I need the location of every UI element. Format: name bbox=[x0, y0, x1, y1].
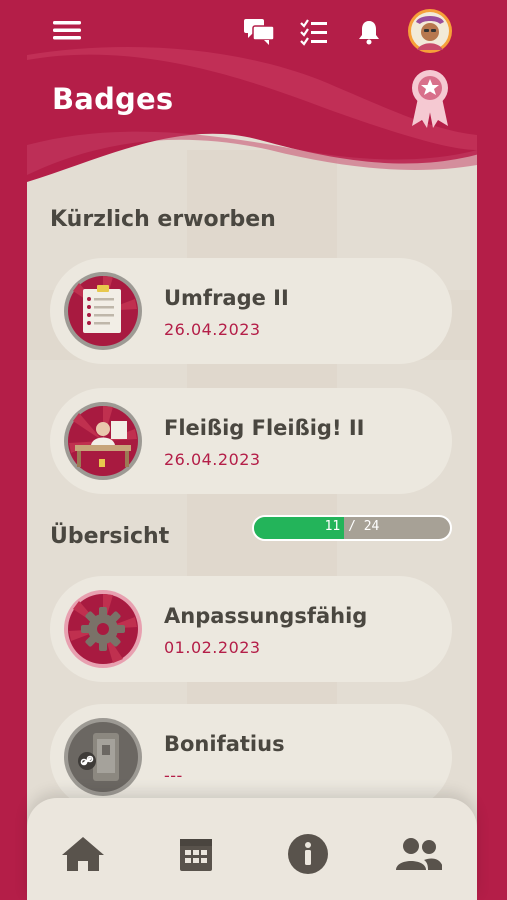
chat-icon[interactable] bbox=[243, 17, 275, 47]
award-ribbon-icon[interactable] bbox=[408, 68, 452, 130]
survey-clipboard-icon bbox=[64, 272, 142, 350]
section-title-recent: Kürzlich erworben bbox=[50, 207, 276, 232]
badge-date: 26.04.2023 bbox=[164, 450, 261, 469]
badge-card[interactable]: Bonifatius --- bbox=[50, 704, 452, 810]
avatar[interactable] bbox=[407, 8, 453, 54]
gear-icon bbox=[64, 590, 142, 668]
info-icon[interactable] bbox=[284, 830, 332, 878]
menu-icon[interactable] bbox=[52, 18, 82, 42]
desk-worker-icon bbox=[64, 402, 142, 480]
section-title-overview: Übersicht bbox=[50, 524, 170, 549]
badge-card[interactable]: Umfrage II 26.04.2023 bbox=[50, 258, 452, 364]
badge-date: 26.04.2023 bbox=[164, 320, 261, 339]
badge-title: Anpassungsfähig bbox=[164, 604, 368, 628]
badge-title: Bonifatius bbox=[164, 732, 285, 756]
badge-title: Umfrage II bbox=[164, 286, 289, 310]
badge-card[interactable]: Fleißig Fleißig! II 26.04.2023 bbox=[50, 388, 452, 494]
page-title: Badges bbox=[52, 82, 174, 116]
group-icon[interactable] bbox=[394, 830, 442, 878]
badge-date: --- bbox=[164, 766, 183, 785]
bottom-navigation bbox=[27, 798, 477, 900]
badge-card[interactable]: Anpassungsfähig 01.02.2023 bbox=[50, 576, 452, 682]
locked-link-icon bbox=[64, 718, 142, 796]
bell-icon[interactable] bbox=[356, 18, 382, 46]
badge-title: Fleißig Fleißig! II bbox=[164, 416, 365, 440]
badge-progress-bar: 11 / 24 bbox=[252, 515, 452, 541]
badge-date: 01.02.2023 bbox=[164, 638, 261, 657]
home-icon[interactable] bbox=[59, 830, 107, 878]
tasks-icon[interactable] bbox=[299, 17, 329, 47]
calendar-icon[interactable] bbox=[172, 830, 220, 878]
badge-progress-text: 11 / 24 bbox=[324, 519, 380, 534]
